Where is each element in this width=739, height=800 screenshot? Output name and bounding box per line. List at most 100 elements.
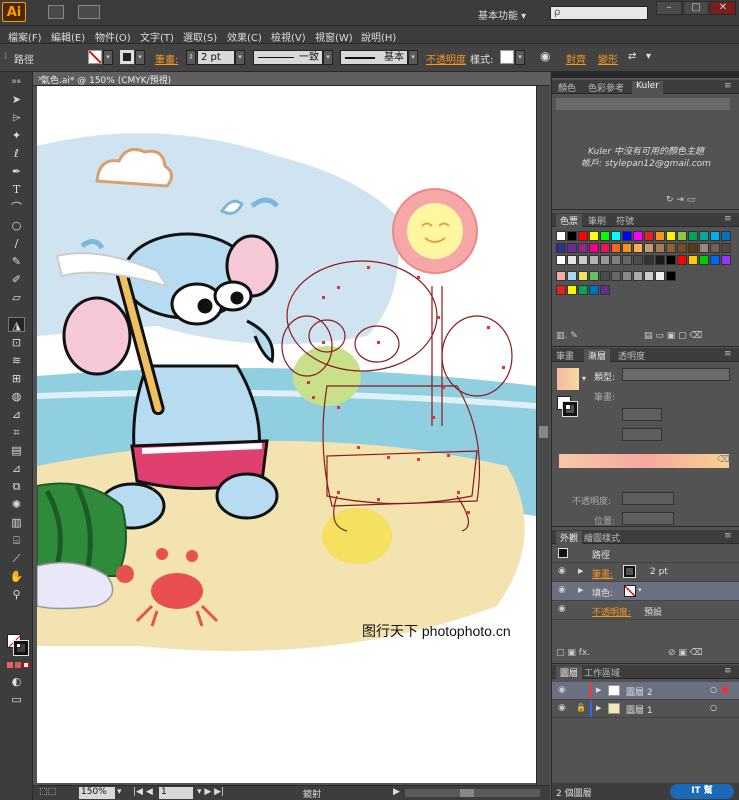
menu-select[interactable]: 選取(S) xyxy=(183,29,217,44)
color-swatch[interactable] xyxy=(633,231,643,241)
none-mode-icon[interactable] xyxy=(23,662,29,668)
eraser-tool-icon[interactable]: ▱ xyxy=(8,290,25,305)
column-graph-tool-icon[interactable]: ▥ xyxy=(8,515,25,530)
color-swatch[interactable] xyxy=(666,243,676,253)
color-swatch[interactable] xyxy=(589,255,599,265)
color-swatch[interactable] xyxy=(589,285,599,295)
appearance-clear-icon[interactable]: ⊘ ▣ ⌫ xyxy=(668,648,703,658)
tab-color[interactable]: 顏色 xyxy=(558,81,576,94)
eye-icon[interactable]: ◉ xyxy=(558,604,566,614)
appearance-actions-icon[interactable]: ▢ ▣ fx. xyxy=(556,648,590,658)
color-swatch[interactable] xyxy=(589,271,599,281)
color-swatch[interactable] xyxy=(699,231,709,241)
color-swatch[interactable] xyxy=(567,285,577,295)
color-swatch[interactable] xyxy=(556,243,566,253)
hand-tool-icon[interactable]: ✋ xyxy=(8,569,25,584)
color-swatch[interactable] xyxy=(567,231,577,241)
symbol-sprayer-tool-icon[interactable]: ✺ xyxy=(8,497,25,512)
color-panel-menu-icon[interactable]: ≡ xyxy=(724,81,732,91)
color-swatch[interactable] xyxy=(644,231,654,241)
color-swatch[interactable] xyxy=(688,243,698,253)
graphic-style-swatch[interactable] xyxy=(500,50,514,64)
menu-view[interactable]: 檢視(V) xyxy=(271,29,306,44)
color-swatch[interactable] xyxy=(666,231,676,241)
color-mode-icon[interactable] xyxy=(7,662,13,668)
color-swatch[interactable] xyxy=(655,271,665,281)
color-swatch[interactable] xyxy=(578,255,588,265)
eyedropper-tool-icon[interactable]: ⊿ xyxy=(8,461,25,476)
gradient-angle-field[interactable] xyxy=(622,408,662,421)
type-tool-icon[interactable]: T xyxy=(8,182,25,197)
appearance-fill-swatch[interactable] xyxy=(624,585,636,597)
color-swatch[interactable] xyxy=(567,243,577,253)
expand-triangle-icon[interactable]: ▶ xyxy=(578,586,583,594)
color-swatch[interactable] xyxy=(556,231,566,241)
menu-effect[interactable]: 效果(C) xyxy=(227,29,262,44)
bridge-icon[interactable] xyxy=(48,5,64,19)
color-swatch[interactable] xyxy=(633,243,643,253)
color-swatch[interactable] xyxy=(633,271,643,281)
opacity-label[interactable]: 不透明度 xyxy=(426,51,466,66)
eye-icon[interactable]: ◉ xyxy=(558,703,566,713)
color-swatch[interactable] xyxy=(677,255,687,265)
appearance-panel-menu-icon[interactable]: ≡ xyxy=(724,531,732,541)
stroke-weight-stepper[interactable]: ⇕ xyxy=(186,50,196,65)
color-swatch[interactable] xyxy=(578,243,588,253)
zoom-tool-icon[interactable]: ⚲ xyxy=(8,587,25,602)
gradient-mode-icon[interactable] xyxy=(15,662,21,668)
canvas-vertical-scrollbar[interactable] xyxy=(536,86,550,786)
color-swatch[interactable] xyxy=(622,243,632,253)
tab-swatches[interactable]: 色票 xyxy=(556,214,583,227)
stroke-label[interactable]: 筆畫: xyxy=(155,51,178,66)
color-swatch[interactable] xyxy=(600,285,610,295)
color-swatch[interactable] xyxy=(677,231,687,241)
appearance-fill-row[interactable]: ◉ ▶ 填色: ▾ xyxy=(552,582,739,601)
help-search-input[interactable]: ρ xyxy=(550,6,648,20)
color-swatch[interactable] xyxy=(611,255,621,265)
color-swatch[interactable] xyxy=(600,255,610,265)
blob-brush-tool-icon[interactable]: ✐ xyxy=(8,272,25,287)
layer-target-icon[interactable]: ○ xyxy=(710,703,717,712)
color-swatch[interactable] xyxy=(611,243,621,253)
tab-gradient[interactable]: 漸層 xyxy=(584,349,611,362)
stroke-dropdown[interactable]: ▾ xyxy=(135,50,145,65)
gradient-opacity-field[interactable] xyxy=(622,492,674,505)
drawing-modes-icon[interactable]: ◐ xyxy=(8,674,25,689)
shape-builder-tool-icon[interactable]: ◍ xyxy=(8,389,25,404)
next-artboard-icon[interactable]: ▾ ▶ ▶| xyxy=(197,787,224,797)
recolor-artwork-icon[interactable]: ◉ xyxy=(540,49,550,63)
close-button[interactable]: ✕ xyxy=(710,1,736,15)
layer-row[interactable]: ◉ ▶ 圖層 2 ○ xyxy=(552,682,739,700)
first-artboard-icon[interactable]: |◀ ◀ xyxy=(133,787,153,797)
tab-brushes[interactable]: 筆刷 xyxy=(588,214,606,227)
color-swatch[interactable] xyxy=(611,271,621,281)
color-swatch[interactable] xyxy=(600,231,610,241)
align-label[interactable]: 對齊 xyxy=(566,51,586,66)
gradient-aspect-field[interactable] xyxy=(622,428,662,441)
expand-triangle-icon[interactable]: ▶ xyxy=(578,567,583,575)
menu-edit[interactable]: 編輯(E) xyxy=(51,29,85,44)
artboard-nav-icon[interactable]: ⬚⬚ xyxy=(39,787,56,797)
stroke-weight-dropdown[interactable]: ▾ xyxy=(235,50,245,65)
kuler-refresh-icon[interactable]: ↻ ⇥ ▭ xyxy=(666,195,695,205)
width-tool-icon[interactable]: ≋ xyxy=(8,353,25,368)
mesh-tool-icon[interactable]: ⌗ xyxy=(8,425,25,440)
color-swatch[interactable] xyxy=(710,255,720,265)
color-swatch[interactable] xyxy=(556,255,566,265)
canvas-area[interactable]: 图行天下 photophoto.cn xyxy=(33,86,550,786)
tab-symbols[interactable]: 符號 xyxy=(616,214,634,227)
color-swatch[interactable] xyxy=(578,285,588,295)
layer-name[interactable]: 圖層 2 xyxy=(626,685,653,698)
color-swatch[interactable] xyxy=(644,271,654,281)
color-swatch[interactable] xyxy=(699,255,709,265)
paintbrush-tool-icon[interactable]: ∕ xyxy=(8,236,25,251)
color-swatch[interactable] xyxy=(710,243,720,253)
variable-width-profile[interactable]: 一致 xyxy=(253,50,323,65)
color-swatch[interactable] xyxy=(567,271,577,281)
color-swatch[interactable] xyxy=(677,243,687,253)
fill-dropdown-icon[interactable]: ▾ xyxy=(638,586,642,594)
scale-tool-icon[interactable]: ⊡ xyxy=(8,335,25,350)
color-swatch[interactable] xyxy=(688,231,698,241)
fill-dropdown[interactable]: ▾ xyxy=(103,50,113,65)
color-swatch[interactable] xyxy=(622,271,632,281)
